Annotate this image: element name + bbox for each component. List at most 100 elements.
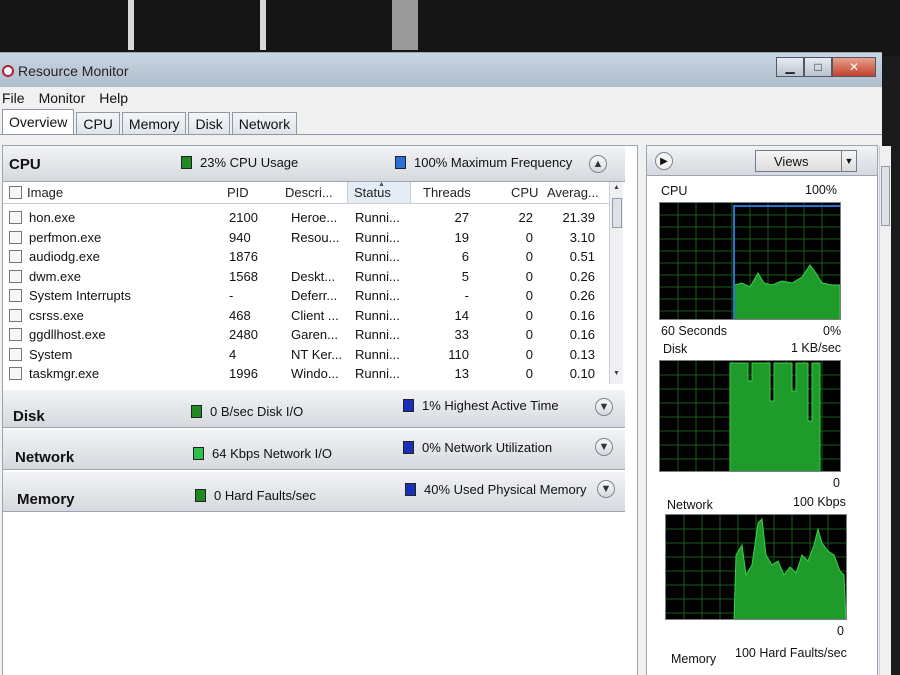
- cpu-frequency-text: 100% Maximum Frequency: [414, 155, 573, 170]
- table-row[interactable]: hon.exe 2100 Heroe... Runni... 27 22 21.39: [3, 208, 609, 228]
- process-checkbox[interactable]: [9, 289, 22, 302]
- menu-bar: File Monitor Help: [0, 87, 882, 109]
- cell-average-cpu: 0.10: [569, 366, 595, 381]
- cell-cpu: 0: [525, 229, 533, 245]
- cpu-table-scrollbar[interactable]: ▲ ▼: [609, 182, 623, 384]
- disk-section-header[interactable]: Disk 0 B/sec Disk I/O 1% Highest Active …: [3, 390, 625, 428]
- background-stripe: [260, 0, 266, 50]
- cell-threads: 27: [454, 210, 469, 225]
- process-checkbox[interactable]: [9, 308, 22, 322]
- cell-pid: 468: [229, 307, 251, 323]
- menu-monitor[interactable]: Monitor: [39, 90, 86, 106]
- background-stripe: [392, 0, 418, 50]
- maximize-button[interactable]: □: [804, 57, 832, 77]
- process-checkbox[interactable]: [9, 328, 22, 341]
- scrollbar-thumb[interactable]: [612, 198, 622, 228]
- column-status[interactable]: ▲ Status: [347, 182, 411, 203]
- tab-network[interactable]: Network: [231, 112, 298, 134]
- network-graph-svg: [666, 515, 846, 619]
- network-expand-chevron-down-icon[interactable]: ▼: [595, 438, 613, 456]
- table-row[interactable]: dwm.exe 1568 Deskt... Runni... 5 0 0.26: [3, 267, 609, 287]
- memory-section-title: Memory: [17, 491, 75, 508]
- cell-threads: 5: [461, 268, 469, 284]
- memory-section-header[interactable]: Memory 0 Hard Faults/sec 40% Used Physic…: [3, 472, 625, 512]
- cell-average-cpu: 21.39: [562, 210, 595, 225]
- overview-content: CPU 23% CPU Usage 100% Maximum Frequency…: [0, 135, 891, 675]
- hard-faults-swatch: [195, 489, 206, 502]
- cell-pid: -: [229, 288, 234, 303]
- network-io-swatch: [193, 447, 204, 460]
- cell-threads: 33: [454, 327, 469, 342]
- network-section-header[interactable]: Network 64 Kbps Network I/O 0% Network U…: [3, 430, 625, 470]
- table-row[interactable]: audiodg.exe 1876 Runni... 6 0 0.51: [3, 247, 609, 267]
- disk-graph-min: 0: [833, 476, 840, 490]
- collapse-panel-arrow-icon[interactable]: ▶: [655, 152, 673, 170]
- table-row[interactable]: ggdllhost.exe 2480 Garen... Runni... 33 0 0.16: [3, 325, 609, 345]
- process-checkbox[interactable]: [9, 269, 22, 283]
- disk-expand-chevron-down-icon[interactable]: ▼: [595, 398, 613, 416]
- process-checkbox[interactable]: [9, 250, 22, 263]
- table-row[interactable]: System Interrupts - Deferr... Runni... - 0 0.2…: [3, 286, 609, 306]
- column-pid[interactable]: PID: [227, 185, 249, 200]
- table-row[interactable]: perfmon.exe 940 Resou... Runni... 19 0 3.10: [3, 228, 609, 248]
- cpu-section-header[interactable]: CPU 23% CPU Usage 100% Maximum Frequency…: [3, 146, 625, 182]
- physical-memory-legend: 40% Used Physical Memory: [405, 482, 587, 497]
- monitor-scrollbar-thumb[interactable]: [881, 166, 890, 226]
- desktop-background: [0, 0, 900, 56]
- scroll-down-arrow-icon[interactable]: ▼: [613, 370, 620, 377]
- tab-cpu[interactable]: CPU: [76, 112, 120, 134]
- network-graph-min: 0: [837, 624, 844, 638]
- scroll-up-arrow-icon[interactable]: ▲: [613, 184, 620, 191]
- table-row[interactable]: System 4 NT Ker... Runni... 110 0 0.13: [3, 345, 609, 365]
- cpu-table-header: Image PID Descri... ▲ Status Threads CPU…: [3, 182, 623, 204]
- network-graph: [665, 514, 847, 620]
- column-image[interactable]: Image: [27, 185, 63, 200]
- tab-memory[interactable]: Memory: [121, 112, 187, 134]
- close-button[interactable]: ✕: [832, 57, 876, 77]
- column-cpu[interactable]: CPU: [511, 185, 538, 200]
- menu-file[interactable]: File: [2, 90, 25, 106]
- tab-disk[interactable]: Disk: [188, 112, 230, 134]
- cell-image: ggdllhost.exe: [29, 327, 106, 342]
- select-all-checkbox[interactable]: [9, 186, 22, 199]
- cpu-graph-svg: [660, 203, 840, 319]
- cell-status: Runni...: [355, 366, 400, 381]
- column-threads[interactable]: Threads: [423, 185, 471, 200]
- cell-cpu: 0: [525, 288, 533, 303]
- menu-help[interactable]: Help: [99, 90, 128, 106]
- cell-average-cpu: 0.51: [569, 249, 595, 264]
- disk-io-swatch: [191, 405, 202, 418]
- tab-overview[interactable]: Overview: [2, 109, 75, 134]
- cell-average-cpu: 0.13: [569, 346, 595, 362]
- cell-description: Deferr...: [291, 288, 338, 303]
- title-bar[interactable]: Resource Monitor ▁ □ ✕: [0, 53, 882, 87]
- network-section-title: Network: [15, 449, 75, 466]
- disk-active-time-swatch: [403, 399, 414, 412]
- cell-status: Runni...: [355, 249, 400, 264]
- process-checkbox[interactable]: [9, 367, 22, 380]
- disk-graph-label: Disk: [663, 342, 688, 356]
- disk-graph: [659, 360, 841, 472]
- disk-graph-svg: [660, 361, 840, 471]
- memory-expand-chevron-down-icon[interactable]: ▼: [597, 480, 615, 498]
- cell-average-cpu: 0.16: [569, 327, 595, 342]
- tab-bar: Overview CPU Memory Disk Network: [0, 109, 882, 135]
- process-checkbox[interactable]: [9, 230, 22, 244]
- views-button[interactable]: Views: [755, 150, 843, 172]
- physical-memory-swatch: [405, 483, 416, 496]
- cell-status: Runni...: [355, 346, 400, 362]
- table-row[interactable]: taskmgr.exe 1996 Windo... Runni... 13 0 0.10: [3, 364, 609, 384]
- process-checkbox[interactable]: [9, 347, 22, 361]
- table-row[interactable]: csrss.exe 468 Client ... Runni... 14 0 0.16: [3, 306, 609, 326]
- process-checkbox[interactable]: [9, 211, 22, 224]
- column-description[interactable]: Descri...: [285, 185, 333, 200]
- cell-image: System: [29, 346, 73, 362]
- network-utilization-legend: 0% Network Utilization: [403, 440, 552, 455]
- cell-cpu: 0: [525, 366, 533, 381]
- cell-image: hon.exe: [29, 210, 76, 225]
- minimize-button[interactable]: ▁: [776, 57, 804, 77]
- monitor-panel-scrollbar[interactable]: [879, 146, 891, 675]
- cpu-collapse-chevron-up-icon[interactable]: ▲: [589, 155, 607, 173]
- views-dropdown-arrow-icon[interactable]: ▼: [841, 150, 857, 172]
- column-average-cpu[interactable]: Averag...: [547, 185, 599, 200]
